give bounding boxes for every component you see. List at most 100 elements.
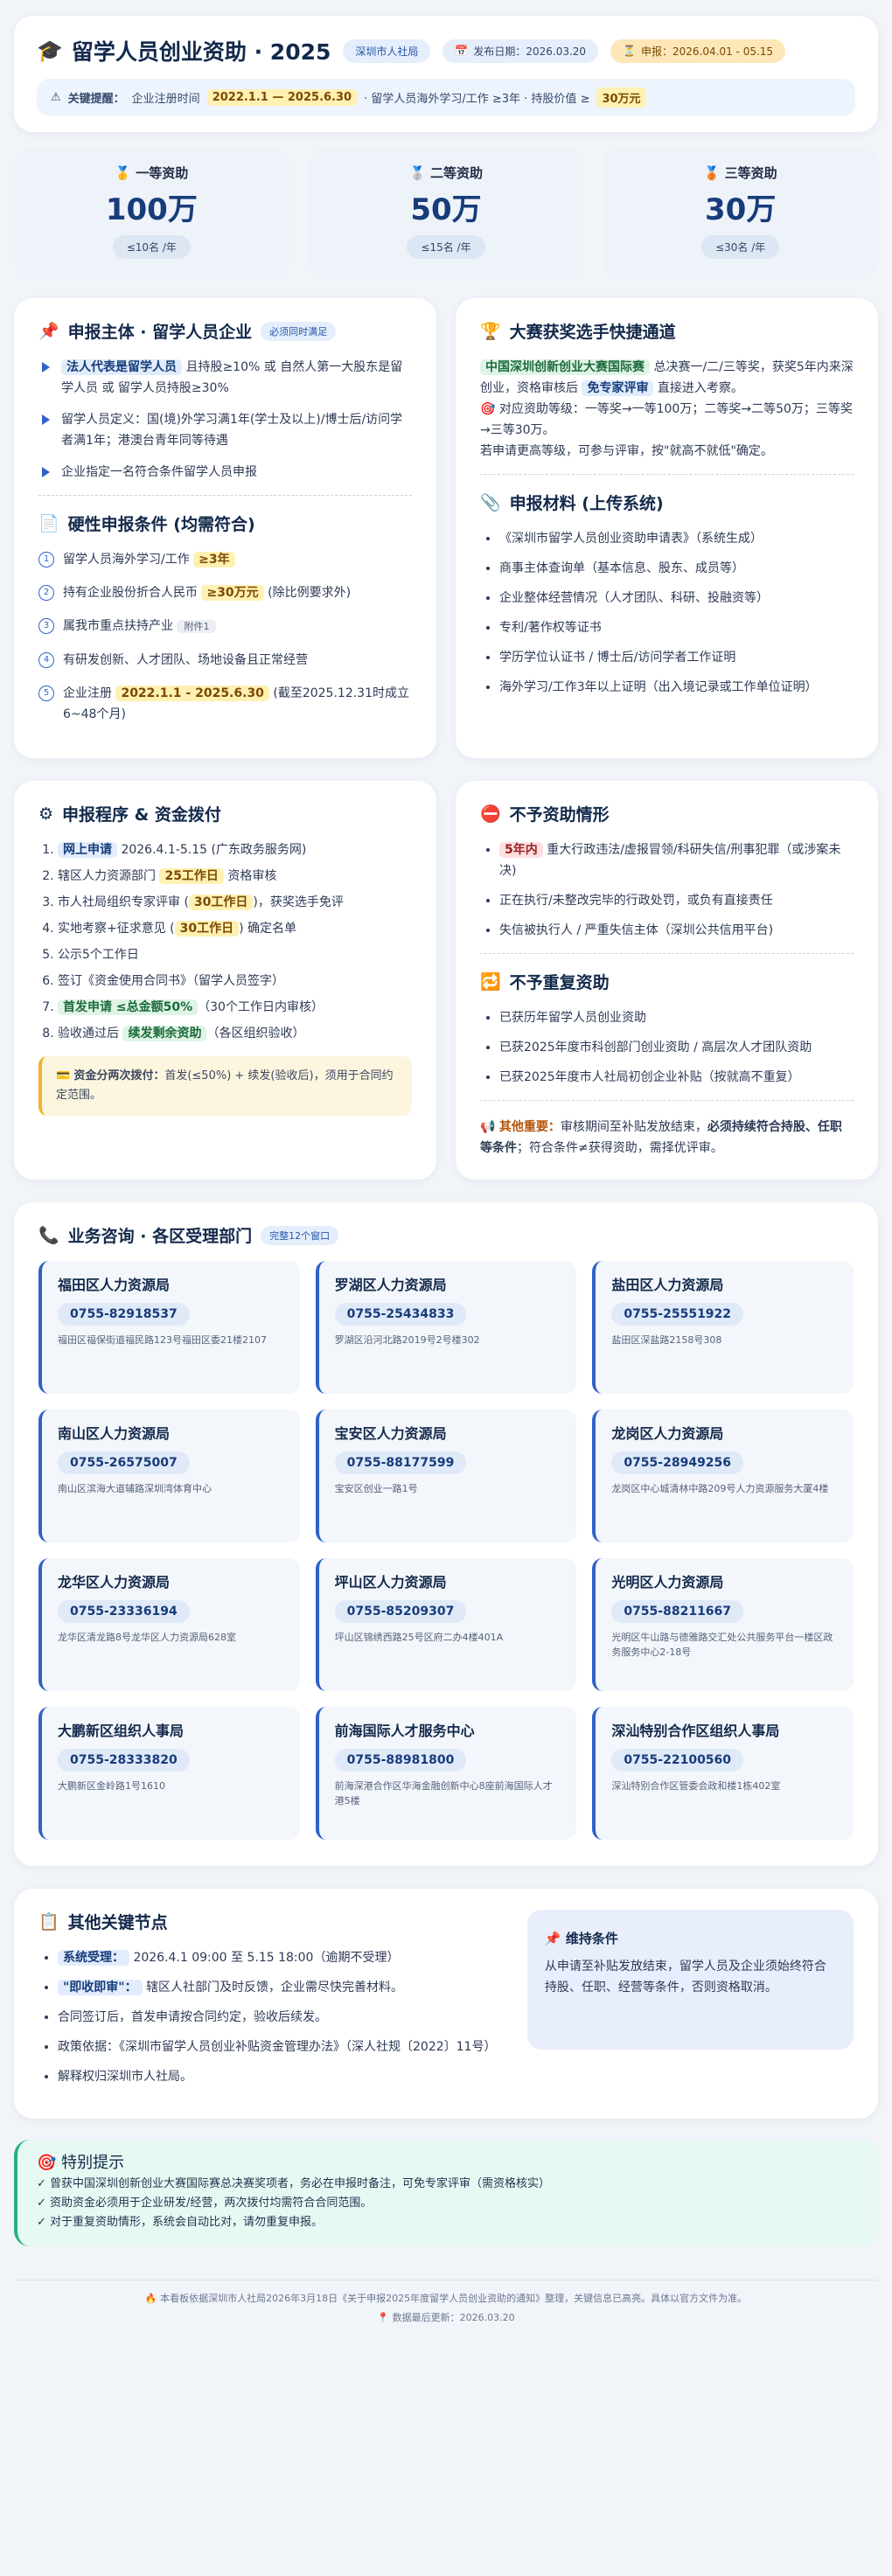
contact-phone[interactable]: 0755-25551922	[611, 1303, 744, 1326]
list-item: 留学人员定义：国(境)外学习满1年(学士及以上)/博士后/访问学者满1年；港澳台…	[38, 409, 412, 451]
process-steps: 网上申请 2026.4.1-5.15 (广东政务服务网) 辖区人力资源部门 25…	[38, 839, 412, 1044]
divider	[38, 495, 412, 496]
materials-list: 《深圳市留学人员创业资助申请表》（系统生成） 商事主体查询单（基本信息、股东、成…	[480, 528, 854, 698]
contact-address: 福田区福保街道福民路123号福田区委21楼2107	[58, 1334, 267, 1346]
contact-phone[interactable]: 0755-88211667	[611, 1600, 744, 1623]
contact-phone[interactable]: 0755-88981800	[334, 1749, 467, 1772]
list-item: 首发申请 ≤总金额50%（30个工作日内审核）	[58, 997, 412, 1018]
contact-address: 盐田区深盐路2158号308	[611, 1334, 722, 1346]
list-item: 公示5个工作日	[58, 944, 412, 965]
gold-medal-icon: 🥇	[115, 165, 132, 181]
process-card: ⚙申报程序 & 资金拨付 网上申请 2026.4.1-5.15 (广东政务服务网…	[14, 781, 436, 1180]
contact-phone[interactable]: 0755-25434833	[334, 1303, 467, 1326]
pin-icon: 📌	[38, 322, 59, 341]
contact-address: 光明区牛山路与德雅路交汇处公共服务平台一楼区政务服务中心2-18号	[611, 1632, 833, 1658]
contact-address: 罗湖区沿河北路2019号2号楼302	[334, 1334, 480, 1346]
contact-name: 龙岗区人力资源局	[611, 1425, 724, 1442]
flame-icon: 🔥	[144, 2293, 157, 2304]
list-item: 《深圳市留学人员创业资助申请表》（系统生成）	[499, 528, 854, 549]
contact-card: 罗湖区人力资源局 0755-25434833 罗湖区沿河北路2019号2号楼302	[315, 1261, 577, 1394]
contact-phone[interactable]: 0755-88177599	[334, 1452, 467, 1474]
list-item: 实地考察+征求意见 (30工作日) 确定名单	[58, 918, 412, 939]
target-icon: 🎯	[480, 402, 496, 416]
contacts-grid: 福田区人力资源局 0755-82918537 福田区福保街道福民路123号福田区委2…	[38, 1261, 854, 1840]
clipboard-icon: 📋	[38, 1912, 59, 1932]
contact-name: 坪山区人力资源局	[334, 1574, 447, 1591]
list-item: 4 有研发创新、人才团队、场地设备且正常经营	[38, 650, 412, 671]
page-title: 🎓 留学人员创业资助 · 2025	[37, 38, 331, 65]
milestones-heading: 📋 其他关键节点	[38, 1912, 168, 1932]
warning-icon: ⚠	[51, 91, 61, 104]
other-important: 📢 其他重要：审核期间至补贴发放结束，必须持续符合持股、任职等条件；符合条件≠获…	[480, 1120, 842, 1155]
contact-name: 罗湖区人力资源局	[334, 1277, 447, 1293]
contact-name: 深汕特别合作区组织人事局	[611, 1723, 780, 1739]
contest-heading: 🏆 大赛获奖选手快捷通道	[480, 322, 676, 342]
contact-name: 大鹏新区组织人事局	[58, 1723, 185, 1739]
paperclip-icon: 📎	[480, 493, 501, 512]
hard-conditions-heading: 📄 硬性申报条件 (均需符合)	[38, 514, 255, 534]
contact-address: 宝安区创业一路1号	[334, 1483, 418, 1494]
excluded-heading: ⛔ 不予资助情形	[480, 804, 610, 825]
contact-card: 深汕特别合作区组织人事局 0755-22100560 深汕特别合作区管委会政和楼1栋…	[592, 1707, 854, 1840]
divider	[480, 1100, 854, 1101]
contact-phone[interactable]: 0755-28949256	[611, 1452, 744, 1474]
tip-title: 🎯 特别提示	[37, 2154, 125, 2172]
contact-card: 坪山区人力资源局 0755-85209307 坪山区锦绣西路25号区府二办4楼401…	[315, 1558, 577, 1691]
award-tier-1: 🥇 一等资助 100万 ≤10名 /年	[14, 148, 289, 279]
hard-conditions-list: 1 留学人员海外学习/工作 ≥3年 2 持有企业股份折合人民币 ≥30万元 (除比例…	[38, 549, 412, 725]
phone-icon: 📞	[38, 1226, 59, 1245]
keep-conditions-box: 📌 维持条件 从申请至补贴发放结束，留学人员及企业须始终符合持股、任职、经营等条…	[526, 1910, 854, 2050]
list-item: 企业整体经营情况（人才团队、科研、投融资等）	[499, 588, 854, 609]
contact-phone[interactable]: 0755-85209307	[334, 1600, 467, 1623]
list-item: 解释权归深圳市人社局。	[58, 2066, 505, 2087]
list-item: 签订《资金使用合同书》（留学人员签字）	[58, 971, 412, 992]
list-item: 合同签订后，首发申请按合同约定，验收后续发。	[58, 2007, 505, 2028]
contact-phone[interactable]: 0755-82918537	[58, 1303, 190, 1326]
list-item: 5 企业注册 2022.1.1 - 2025.6.30 (截至2025.12.31…	[38, 683, 412, 725]
footer: 🔥 本看板依据深圳市人社局2026年3月18日《关于申报2025年度留学人员创业…	[14, 2280, 878, 2328]
award-tier-3: 🥉 三等资助 30万 ≤30名 /年	[603, 148, 879, 279]
graduate-icon: 🎓	[37, 38, 63, 63]
bronze-medal-icon: 🥉	[703, 165, 721, 181]
list-item: 2 持有企业股份折合人民币 ≥30万元 (除比例要求外)	[38, 582, 412, 603]
contact-name: 宝安区人力资源局	[334, 1425, 447, 1442]
contacts-card: 📞 业务咨询 · 各区受理部门 完整12个窗口 福田区人力资源局 0755-82918…	[14, 1202, 878, 1866]
apply-date-badge: ⏳ 申报：2026.04.01 - 05.15	[610, 38, 786, 63]
list-item: 学历学位认证书 / 博士后/访问学者工作证明	[499, 647, 854, 668]
contact-card: 盐田区人力资源局 0755-25551922 盐田区深盐路2158号308	[592, 1261, 854, 1394]
contact-phone[interactable]: 0755-22100560	[611, 1749, 744, 1772]
materials-heading: 📎 申报材料 (上传系统)	[480, 493, 664, 513]
norepeat-heading: 🔁 不予重复资助	[480, 972, 610, 992]
process-heading: ⚙ 申报程序 & 资金拨付	[38, 804, 221, 825]
exclusion-card: ⛔不予资助情形 5年内 重大行政违法/虚报冒领/科研失信/刑事犯罪（或涉案未决)…	[456, 781, 878, 1180]
contact-card: 宝安区人力资源局 0755-88177599 宝安区创业一路1号	[315, 1410, 577, 1542]
list-item: 正在执行/未整改完毕的行政处罚，或负有直接责任	[499, 890, 854, 911]
excluded-list: 5年内 重大行政违法/虚报冒领/科研失信/刑事犯罪（或涉案未决) 正在执行/未整…	[480, 839, 854, 941]
eligibility-card: 📌 申报主体 · 留学人员企业 必须同时满足 法人代表是留学人员 且持股≥10% 或…	[14, 298, 436, 758]
contact-card: 大鹏新区组织人事局 0755-28333820 大鹏新区金岭路1号1610	[38, 1707, 300, 1840]
keep-conditions-title: 📌 维持条件	[544, 1931, 618, 1946]
contact-name: 龙华区人力资源局	[58, 1574, 171, 1591]
repeat-icon: 🔁	[480, 972, 501, 992]
contact-card: 龙岗区人力资源局 0755-28949256 龙岗区中心城清林中路209号人力资源服…	[592, 1410, 854, 1542]
contact-address: 龙岗区中心城清林中路209号人力资源服务大厦4楼	[611, 1483, 829, 1494]
contact-phone[interactable]: 0755-28333820	[58, 1749, 190, 1772]
list-item: 网上申请 2026.4.1-5.15 (广东政务服务网)	[58, 839, 412, 860]
list-item: 5年内 重大行政违法/虚报冒领/科研失信/刑事犯罪（或涉案未决)	[499, 839, 854, 881]
contact-phone[interactable]: 0755-26575007	[58, 1452, 190, 1474]
list-item: 法人代表是留学人员 且持股≥10% 或 自然人第一大股东是留学人员 或 留学人员…	[38, 357, 412, 399]
list-item: 辖区人力资源部门 25工作日 资格审核	[58, 866, 412, 887]
key-reminder: ⚠ 关键提醒： 企业注册时间 2022.1.1 — 2025.6.30 · 留学…	[37, 79, 855, 116]
list-item: 已获2025年度市人社局初创企业补贴（按就高不重复）	[499, 1067, 854, 1088]
header-card: 🎓 留学人员创业资助 · 2025 深圳市人社局 📅 发布日期：2026.03.2…	[14, 16, 878, 132]
divider	[480, 953, 854, 954]
contact-name: 福田区人力资源局	[58, 1277, 171, 1293]
calendar-icon: 📅	[455, 45, 469, 57]
trophy-icon: 🏆	[480, 322, 501, 341]
funding-note: 💳 资金分两次拨付：首发(≤50%) + 续发(验收后)，须用于合同约定范围。	[38, 1056, 412, 1116]
contact-phone[interactable]: 0755-23336194	[58, 1600, 190, 1623]
list-item: 商事主体查询单（基本信息、股东、成员等）	[499, 558, 854, 579]
publish-date-badge: 📅 发布日期：2026.03.20	[443, 38, 599, 63]
contact-address: 大鹏新区金岭路1号1610	[58, 1780, 165, 1792]
list-item: 已获2025年度市科创部门创业资助 / 高层次人才团队资助	[499, 1037, 854, 1058]
